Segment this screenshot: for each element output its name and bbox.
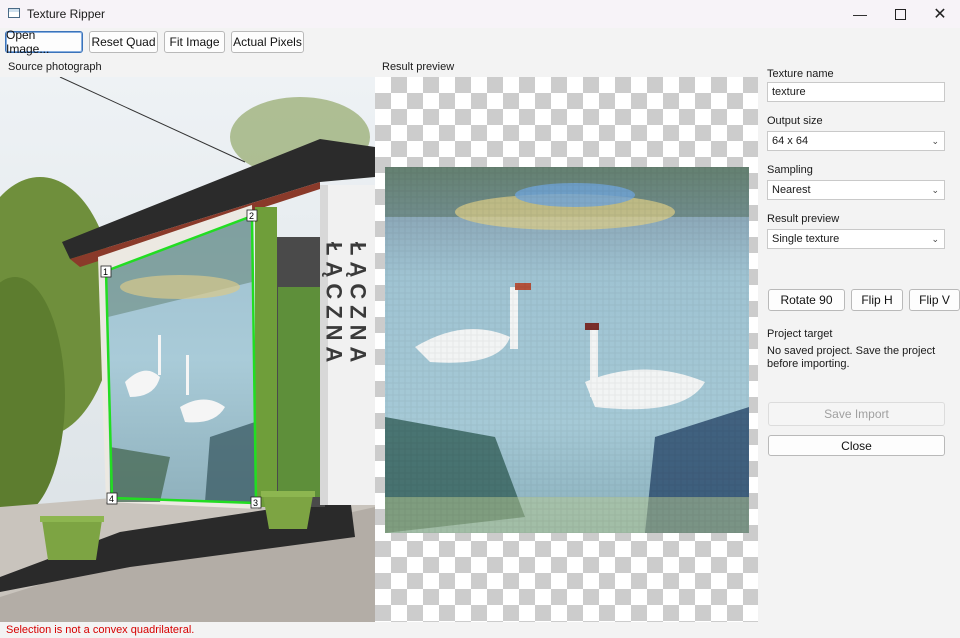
output-size-select[interactable]: 64 x 64 ⌄ xyxy=(767,131,945,151)
app-icon xyxy=(8,8,20,18)
sampling-select[interactable]: Nearest ⌄ xyxy=(767,180,945,200)
flip-v-button[interactable]: Flip V xyxy=(909,289,960,311)
result-preview-select[interactable]: Single texture ⌄ xyxy=(767,229,945,249)
source-photograph: ŁĄCZNA ŁĄCZNA 1 2 3 4 xyxy=(0,77,375,622)
svg-text:4: 4 xyxy=(109,494,114,504)
fit-image-button[interactable]: Fit Image xyxy=(164,31,225,53)
output-size-label: Output size xyxy=(767,115,823,127)
chevron-down-icon: ⌄ xyxy=(931,234,939,244)
window-title: Texture Ripper xyxy=(27,7,106,21)
source-canvas[interactable]: ŁĄCZNA ŁĄCZNA 1 2 3 4 xyxy=(0,77,375,622)
rotate-90-button[interactable]: Rotate 90 xyxy=(768,289,845,311)
texture-name-input[interactable]: texture xyxy=(767,82,945,102)
texture-name-label: Texture name xyxy=(767,68,834,80)
output-size-value: 64 x 64 xyxy=(772,135,809,147)
preview-canvas xyxy=(375,77,758,622)
quad-handle-4[interactable]: 4 xyxy=(106,492,118,505)
sampling-label: Sampling xyxy=(767,164,813,176)
quad-handle-1[interactable]: 1 xyxy=(100,265,112,278)
reset-quad-button[interactable]: Reset Quad xyxy=(89,31,158,53)
close-icon[interactable]: ✕ xyxy=(920,0,960,28)
sign-left: ŁĄCZNA xyxy=(322,242,347,368)
status-message: Selection is not a convex quadrilateral. xyxy=(6,624,195,636)
flip-h-button[interactable]: Flip H xyxy=(851,289,903,311)
svg-text:2: 2 xyxy=(249,211,254,221)
chevron-down-icon: ⌄ xyxy=(931,136,939,146)
close-button[interactable]: Close xyxy=(768,435,945,456)
sampling-value: Nearest xyxy=(772,184,811,196)
actual-pixels-button[interactable]: Actual Pixels xyxy=(231,31,304,53)
svg-text:3: 3 xyxy=(253,498,258,508)
open-image-button[interactable]: Open Image... xyxy=(5,28,83,56)
project-target-label: Project target xyxy=(767,328,833,340)
source-label: Source photograph xyxy=(8,61,102,73)
maximize-icon[interactable] xyxy=(880,0,920,28)
project-target-message: No saved project. Save the project befor… xyxy=(767,345,936,370)
save-import-button[interactable]: Save Import xyxy=(768,402,945,426)
chevron-down-icon: ⌄ xyxy=(931,185,939,195)
preview-label: Result preview xyxy=(382,61,455,73)
result-texture xyxy=(385,167,749,533)
svg-text:1: 1 xyxy=(103,267,108,277)
result-preview-value: Single texture xyxy=(772,233,840,245)
sign-right: ŁĄCZNA xyxy=(346,242,371,368)
minimize-icon[interactable]: — xyxy=(840,0,880,28)
title-bar: Texture Ripper — ✕ xyxy=(0,0,960,28)
quad-handle-3[interactable]: 3 xyxy=(250,496,262,509)
quad-handle-2[interactable]: 2 xyxy=(246,209,258,222)
result-preview-mode-label: Result preview xyxy=(767,213,840,225)
